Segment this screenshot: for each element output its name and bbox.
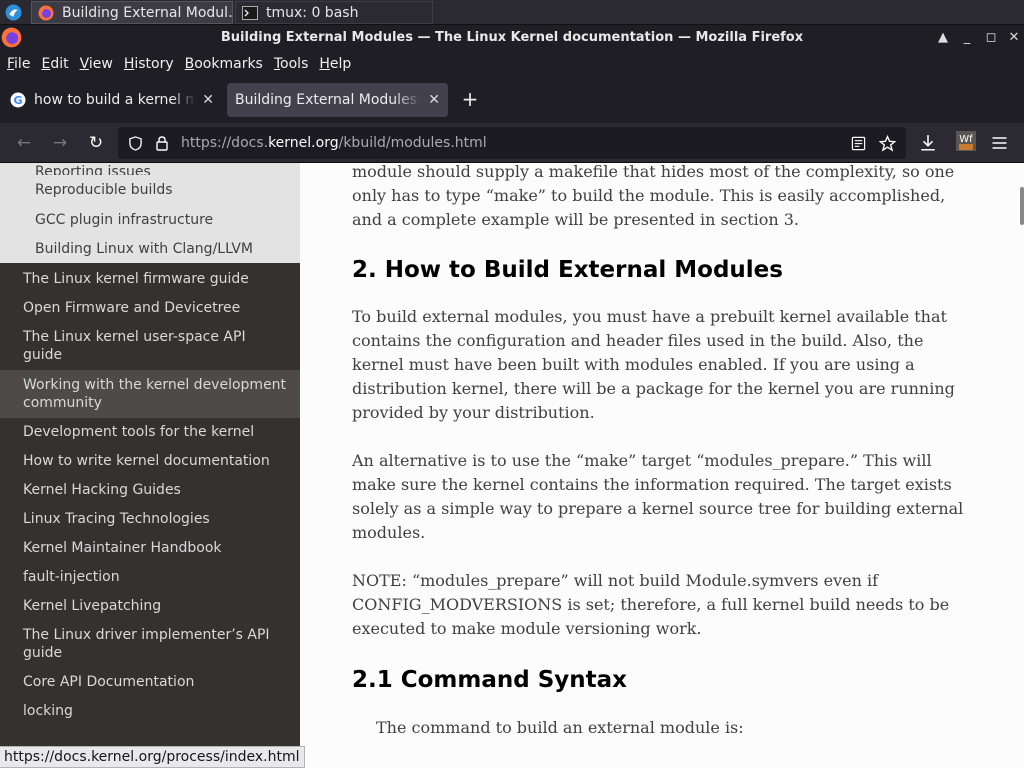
downloads-icon[interactable]: [919, 134, 937, 152]
sidebar-item-tracing[interactable]: Linux Tracing Technologies: [0, 505, 300, 534]
extension-icon[interactable]: Wf: [955, 129, 977, 153]
tracking-protection-shield-icon[interactable]: [128, 136, 143, 151]
taskbar-task-firefox[interactable]: Building External Modul…: [31, 1, 233, 24]
maximize-button[interactable]: ◻: [982, 29, 1000, 47]
close-window-button[interactable]: ✕: [1005, 29, 1023, 47]
sidebar-item-livepatching[interactable]: Kernel Livepatching: [0, 592, 300, 621]
new-tab-button[interactable]: +: [459, 89, 481, 111]
sidebar-item-maintainer-handbook[interactable]: Kernel Maintainer Handbook: [0, 534, 300, 563]
url-bar[interactable]: https://docs.kernel.org/kbuild/modules.h…: [118, 127, 906, 159]
paragraph-modules-prepare: An alternative is to use the “make” targ…: [352, 451, 964, 542]
menu-tools[interactable]: Tools: [274, 56, 309, 72]
menu-edit[interactable]: Edit: [41, 56, 68, 72]
close-tab-icon[interactable]: ✕: [202, 92, 214, 108]
system-menu-icon[interactable]: [5, 4, 22, 21]
sidebar-item-locking[interactable]: locking: [0, 697, 300, 726]
tab-building-external-modules[interactable]: Building External Modules — The Linux Ke…: [227, 83, 448, 117]
paragraph-prebuilt-kernel: To build external modules, you must have…: [352, 307, 955, 422]
main-content: module should supply a makefile that hid…: [300, 163, 1024, 768]
reader-view-icon[interactable]: [851, 136, 866, 151]
taskbar-task-label: Building External Modul…: [62, 4, 233, 21]
link-status-bar: https://docs.kernel.org/process/index.ht…: [0, 746, 306, 768]
sidebar-item-development-community[interactable]: Working with the kernel development comm…: [0, 370, 300, 418]
window-titlebar: Building External Modules — The Linux Ke…: [0, 25, 1024, 51]
terminal-icon: [242, 5, 258, 20]
sidebar-item-core-api[interactable]: Core API Documentation: [0, 668, 300, 697]
reload-button[interactable]: ↻: [85, 132, 107, 154]
section-heading-command-syntax: 2.1 Command Syntax: [352, 667, 628, 693]
svg-text:G: G: [13, 94, 22, 107]
sidebar-item-open-firmware[interactable]: Open Firmware and Devicetree: [0, 294, 300, 323]
sidebar-item-hacking-guides[interactable]: Kernel Hacking Guides: [0, 476, 300, 505]
tab-label: Building External Modules — The Linux Ke…: [235, 92, 422, 108]
menu-history[interactable]: History: [124, 56, 174, 72]
menu-file[interactable]: File: [7, 56, 30, 72]
back-button[interactable]: ←: [13, 132, 35, 154]
section-heading-build: 2. How to Build External Modules: [352, 257, 783, 283]
svg-text:Wf: Wf: [959, 134, 973, 145]
paragraph-note: NOTE: “modules_prepare” will not build M…: [352, 571, 950, 638]
menu-view[interactable]: View: [80, 56, 113, 72]
close-tab-icon[interactable]: ✕: [428, 92, 440, 108]
wf-extension-icon: Wf: [956, 131, 976, 151]
menu-bookmarks[interactable]: Bookmarks: [185, 56, 263, 72]
firefox-icon: [38, 5, 54, 20]
sidebar-item-firmware-guide[interactable]: The Linux kernel firmware guide: [0, 265, 300, 294]
content-scrollbar[interactable]: [1020, 187, 1024, 225]
sidebar-subitem-reproducible-builds[interactable]: Reproducible builds: [0, 175, 300, 205]
bookmark-star-icon[interactable]: [879, 135, 896, 152]
menubar: File Edit View History Bookmarks Tools H…: [0, 51, 1024, 77]
forward-button[interactable]: →: [49, 132, 71, 154]
sidebar-item-fault-injection[interactable]: fault-injection: [0, 563, 300, 592]
taskbar-task-label: tmux: 0 bash: [266, 4, 359, 21]
url-text[interactable]: https://docs.kernel.org/kbuild/modules.h…: [181, 135, 487, 151]
tab-google-search[interactable]: G how to build a kernel mod ✕: [2, 83, 222, 117]
sidebar-item-user-space-api[interactable]: The Linux kernel user-space API guide: [0, 323, 300, 370]
google-icon: G: [10, 92, 26, 108]
intro-paragraph: module should supply a makefile that hid…: [352, 163, 955, 229]
tab-label: how to build a kernel mod: [34, 92, 197, 108]
sidebar-subitem-reporting-issues[interactable]: Reporting issues: [0, 163, 300, 175]
lock-icon[interactable]: [155, 135, 169, 151]
keep-above-button[interactable]: ▲: [934, 29, 952, 47]
sidebar-item-development-tools[interactable]: Development tools for the kernel: [0, 418, 300, 447]
sidebar-subitem-clang-llvm[interactable]: Building Linux with Clang/LLVM: [0, 235, 300, 263]
tab-bar: G how to build a kernel mod ✕ Building E…: [0, 77, 1024, 123]
paragraph-command-intro: The command to build an external module …: [376, 718, 744, 737]
taskbar: Building External Modul… tmux: 0 bash: [0, 0, 1024, 25]
minimize-button[interactable]: _: [958, 29, 976, 47]
hamburger-menu-icon[interactable]: [991, 135, 1008, 151]
sidebar-item-write-documentation[interactable]: How to write kernel documentation: [0, 447, 300, 476]
navigation-toolbar: ← → ↻ https://docs.kernel.org/kbuild/mod…: [0, 123, 1024, 163]
sidebar-subsection: Reporting issues Reproducible builds GCC…: [0, 163, 300, 263]
menu-help[interactable]: Help: [319, 56, 351, 72]
docs-sidebar: Reporting issues Reproducible builds GCC…: [0, 163, 300, 768]
sidebar-item-driver-api[interactable]: The Linux driver implementer’s API guide: [0, 621, 300, 668]
sidebar-subitem-gcc-plugin[interactable]: GCC plugin infrastructure: [0, 205, 300, 235]
taskbar-task-tmux[interactable]: tmux: 0 bash: [235, 1, 433, 24]
window-title: Building External Modules — The Linux Ke…: [220, 30, 804, 45]
